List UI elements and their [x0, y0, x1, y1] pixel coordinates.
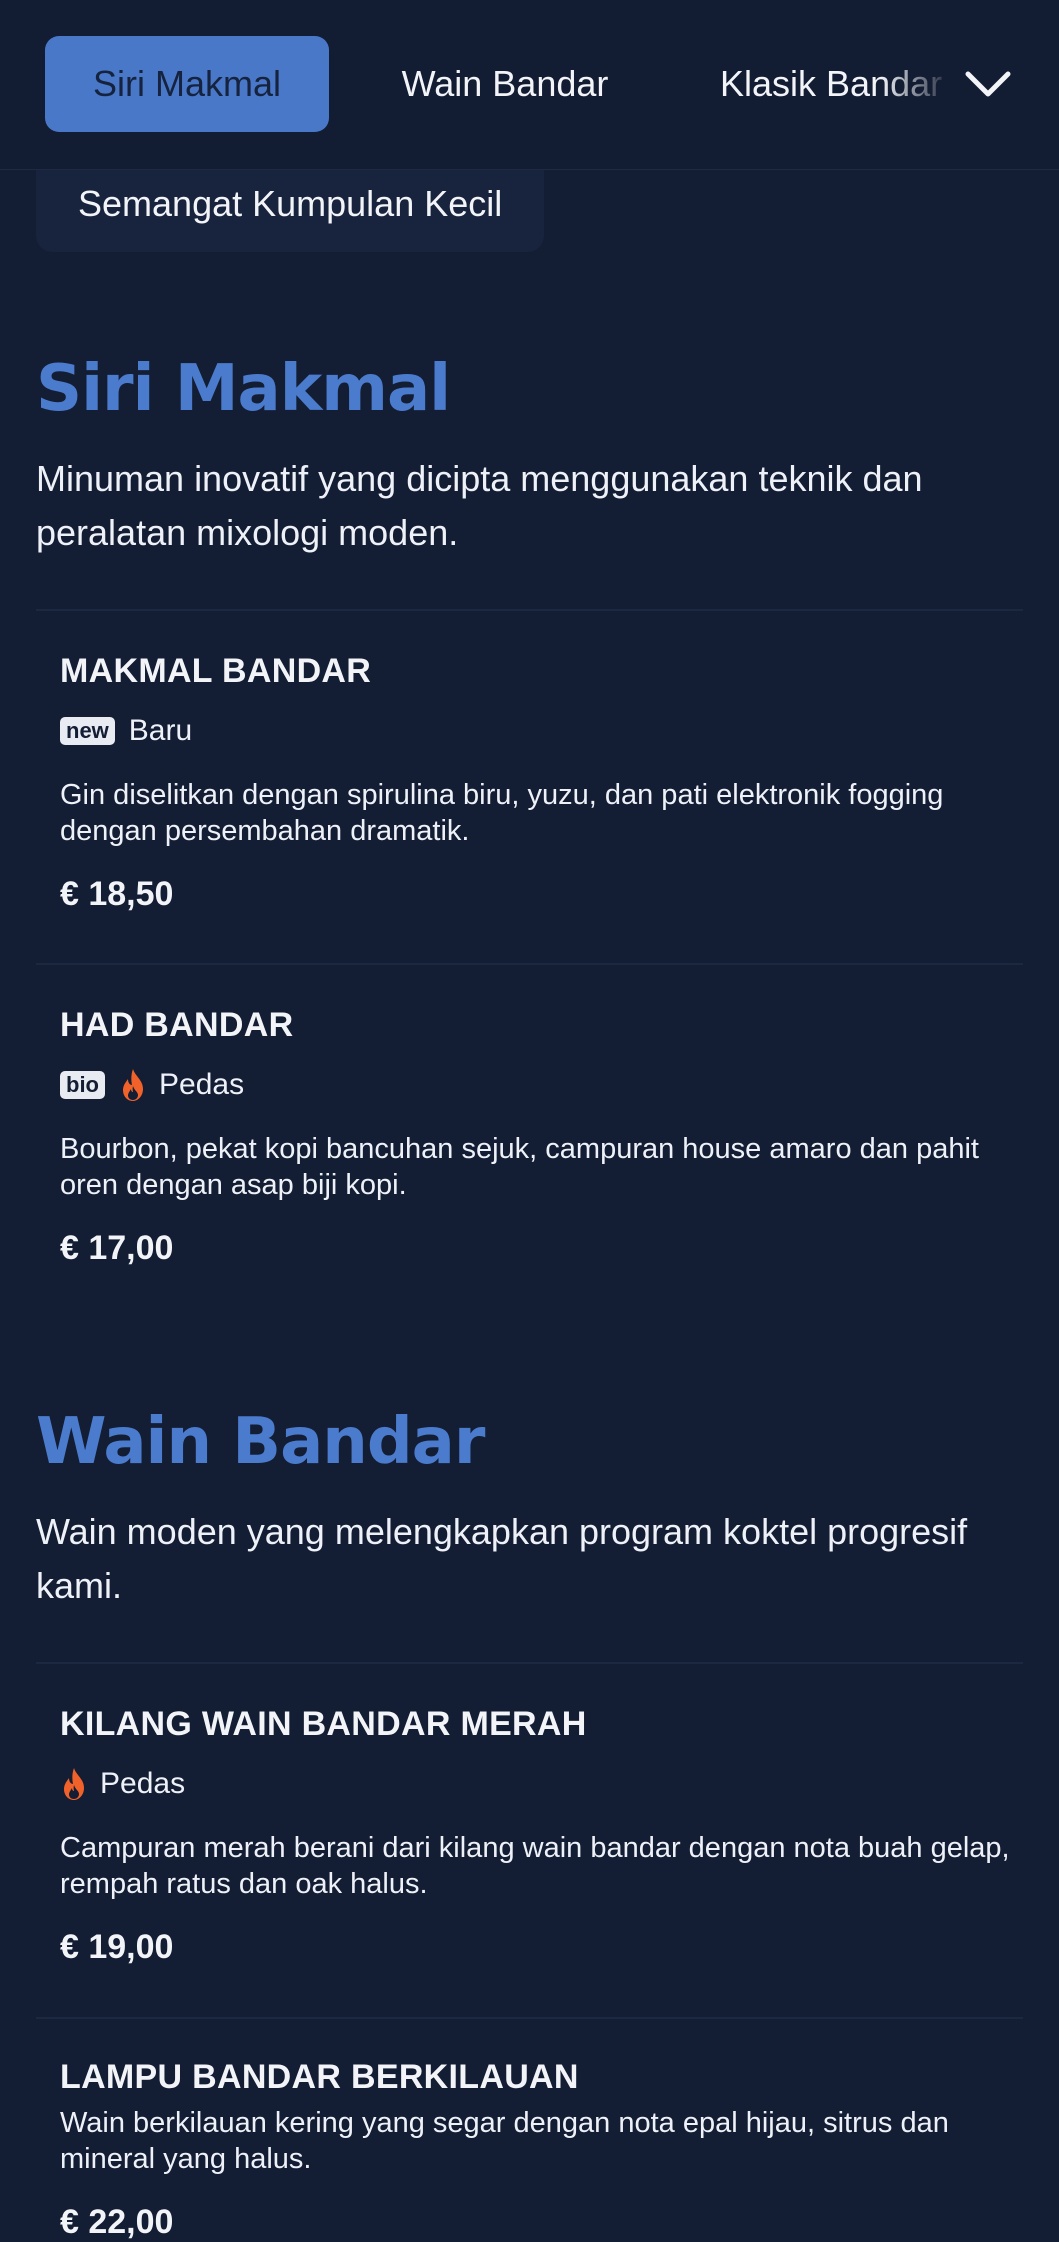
- item-description: Wain berkilauan kering yang segar dengan…: [60, 2107, 949, 2175]
- divider: [36, 2017, 1023, 2019]
- section-description: Wain moden yang melengkapkan program kok…: [36, 1511, 968, 1606]
- tag-label: Baru: [128, 714, 193, 747]
- divider: [36, 963, 1023, 965]
- flame-icon: [119, 1068, 147, 1102]
- item-description: Campuran merah berani dari kilang wain b…: [60, 1832, 1010, 1900]
- item-tags: new Baru: [60, 711, 1010, 751]
- menu-item[interactable]: MAKMAL BANDAR new Baru Gin diselitkan de…: [60, 652, 1010, 914]
- item-name: MAKMAL BANDAR: [60, 652, 372, 690]
- tag-label: Pedas: [100, 1767, 186, 1800]
- item-description: Bourbon, pekat kopi bancuhan sejuk, camp…: [60, 1133, 979, 1201]
- filter-chip[interactable]: Semangat Kumpulan Kecil: [36, 170, 545, 252]
- item-description: Gin diselitkan dengan spirulina biru, yu…: [60, 779, 944, 847]
- bio-badge: bio: [60, 1071, 105, 1099]
- section-title: Wain Bandar: [36, 1405, 485, 1479]
- item-price: € 18,50: [60, 875, 174, 913]
- item-price: € 19,00: [60, 1928, 174, 1966]
- item-tags: Pedas: [60, 1764, 1010, 1804]
- tab-siri-makmal[interactable]: Siri Makmal: [45, 36, 329, 132]
- chevron-down-icon[interactable]: [960, 60, 1016, 110]
- tab-wain-bandar[interactable]: Wain Bandar: [360, 36, 650, 132]
- menu-item[interactable]: KILANG WAIN BANDAR MERAH Pedas Campuran …: [60, 1705, 1010, 1967]
- flame-icon: [60, 1767, 88, 1801]
- menu-item[interactable]: HAD BANDAR bio Pedas Bourbon, pekat kopi…: [60, 1006, 1010, 1268]
- item-price: € 17,00: [60, 1229, 174, 1267]
- item-name: HAD BANDAR: [60, 1006, 294, 1044]
- section-description: Minuman inovatif yang dicipta menggunaka…: [36, 458, 923, 553]
- filter-chip-row: Semangat Kumpulan Kecil: [36, 170, 545, 252]
- item-name: LAMPU BANDAR BERKILAUAN: [60, 2058, 579, 2096]
- new-badge: new: [60, 717, 115, 745]
- menu-item[interactable]: LAMPU BANDAR BERKILAUAN Wain berkilauan …: [60, 2058, 1010, 2242]
- item-name: KILANG WAIN BANDAR MERAH: [60, 1705, 587, 1743]
- divider: [36, 609, 1023, 611]
- tag-label: Pedas: [159, 1068, 245, 1101]
- section-title: Siri Makmal: [36, 352, 451, 426]
- category-nav: Siri Makmal Wain Bandar Klasik Bandar: [0, 0, 1059, 170]
- item-price: € 22,00: [60, 2203, 174, 2241]
- divider: [36, 1662, 1023, 1664]
- item-tags: bio Pedas: [60, 1065, 1010, 1105]
